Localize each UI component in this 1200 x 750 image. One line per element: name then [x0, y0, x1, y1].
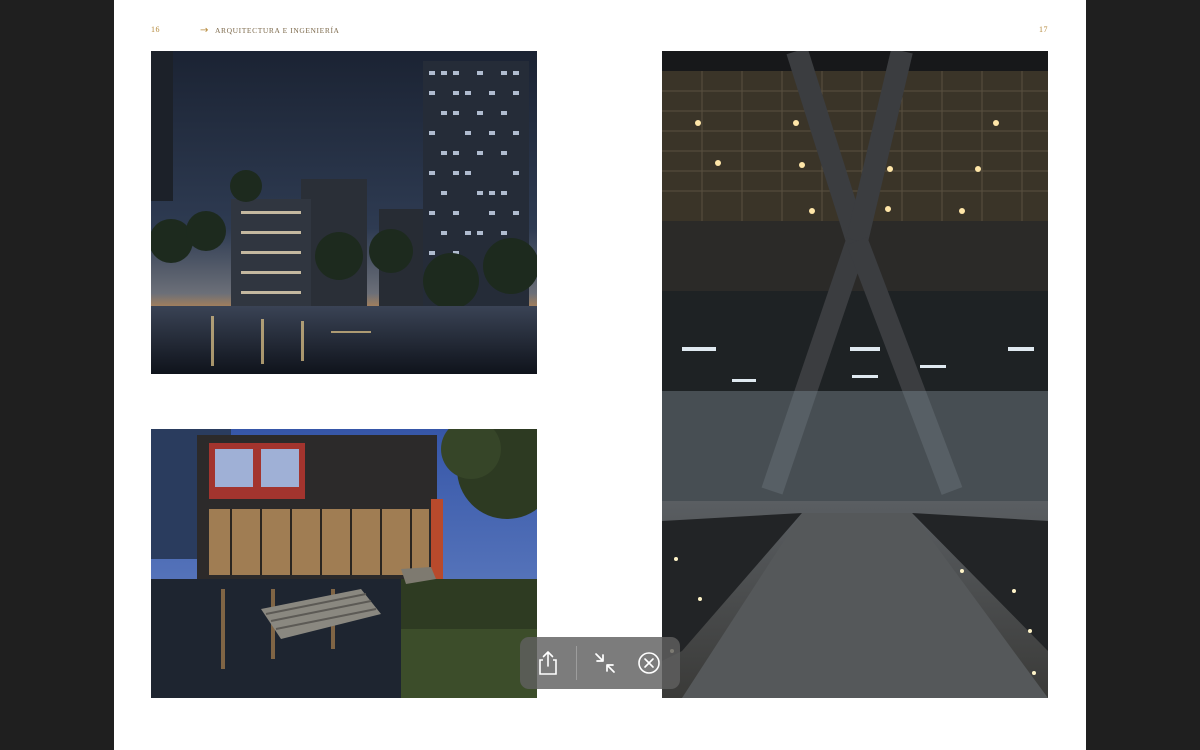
running-head-title: ARQUITECTURA E INGENIERÍA: [214, 26, 340, 35]
share-button[interactable]: [526, 641, 570, 685]
photo-pavilion-dusk: [151, 429, 537, 698]
left-page-number: 16: [151, 25, 160, 34]
collapse-icon: [595, 653, 615, 673]
photo-atrium-walkway: [662, 51, 1048, 698]
toolbar-separator: [576, 646, 577, 680]
arrow-right-icon: →: [200, 25, 209, 36]
close-button[interactable]: [627, 641, 671, 685]
share-icon: [539, 651, 557, 675]
photo-tower-night: [151, 51, 537, 374]
right-page-number: 17: [1039, 25, 1048, 34]
running-head: → ARQUITECTURA E INGENIERÍA: [200, 25, 340, 36]
viewer-toolbar: [520, 637, 680, 689]
close-circle-icon: [638, 652, 660, 674]
exit-fullscreen-button[interactable]: [583, 641, 627, 685]
